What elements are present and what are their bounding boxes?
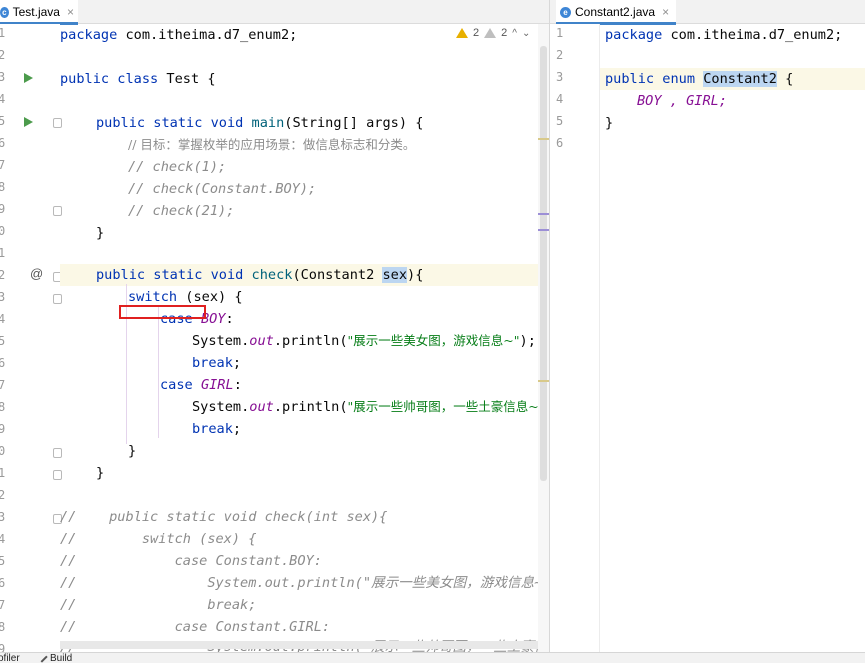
line-number: 9 — [0, 202, 6, 216]
code-line: public class Test { — [60, 71, 216, 87]
editor-tabbar-left: c Test.java × — [0, 0, 549, 25]
code-line: } — [128, 443, 137, 459]
line-number: 7 — [0, 378, 6, 392]
line-number: 0 — [0, 224, 6, 238]
weak-warning-count: 2 — [501, 27, 508, 39]
line-number: 1 — [0, 246, 6, 260]
line-number: 3 — [0, 290, 6, 304]
line-number: 5 — [0, 554, 6, 568]
line-number: 5 — [0, 114, 6, 128]
line-number: 6 — [0, 576, 6, 590]
code-line: public static void main(String[] args) { — [96, 115, 424, 131]
line-number: 3 — [0, 510, 6, 524]
implemented-annotation-icon[interactable]: @ — [30, 266, 43, 281]
code-line: } — [96, 465, 105, 481]
line-number: 2 — [556, 48, 564, 62]
code-line: // case Constant.GIRL: — [60, 619, 331, 635]
line-number: 6 — [556, 136, 564, 150]
line-number: 4 — [0, 312, 6, 326]
left-gutter: 1 2 3 4 5 6 7 8 9 0 1 2 3 4 5 6 7 8 9 0 … — [0, 24, 80, 656]
editor-tabbar-right: e Constant2.java × — [550, 0, 865, 25]
line-number: 2 — [0, 268, 6, 282]
line-number: 9 — [0, 422, 6, 436]
run-class-icon[interactable] — [24, 73, 33, 83]
code-line: // check(Constant.BOY); — [128, 181, 317, 197]
red-annotation-box — [119, 305, 206, 319]
horizontal-scrollbar[interactable] — [60, 641, 538, 649]
line-number: 8 — [0, 180, 6, 194]
code-line: // switch (sex) { — [60, 531, 257, 547]
line-number: 7 — [0, 158, 6, 172]
line-number: 2 — [0, 488, 6, 502]
indent-guide — [158, 306, 159, 438]
line-number: 1 — [556, 26, 564, 40]
code-line: } — [96, 225, 105, 241]
warning-icon — [456, 28, 468, 38]
code-line: } — [605, 115, 614, 131]
code-line: // public static void check(int sex){ — [60, 509, 388, 525]
java-class-icon: c — [0, 6, 9, 18]
code-line: public static void check(Constant2 sex){ — [96, 267, 424, 283]
code-line: // case Constant.BOY: — [60, 553, 322, 569]
line-number: 5 — [556, 114, 564, 128]
tab-label: Constant2.java — [575, 5, 656, 19]
line-number: 1 — [0, 466, 6, 480]
code-line: public enum Constant2 { — [605, 71, 794, 87]
code-line: case GIRL: — [160, 377, 242, 393]
java-enum-icon: e — [560, 6, 571, 18]
scroll-marker[interactable] — [538, 213, 549, 215]
scroll-marker[interactable] — [538, 138, 549, 140]
warning-count: 2 — [473, 27, 480, 39]
line-number: 4 — [0, 532, 6, 546]
code-line: System.out.println("展示一些美女图，游戏信息~"); — [192, 333, 536, 349]
code-line: break; — [192, 355, 242, 371]
next-highlight-icon[interactable]: ⌄ — [522, 28, 530, 39]
line-number: 0 — [0, 444, 6, 458]
line-number: 6 — [0, 136, 6, 150]
line-number: 4 — [556, 92, 564, 106]
weak-warning-icon — [484, 28, 497, 38]
tab-label: Test.java — [12, 5, 60, 19]
scrollbar-thumb[interactable] — [540, 46, 547, 481]
tab-constant2-java[interactable]: e Constant2.java × — [556, 0, 676, 25]
line-number: 6 — [0, 356, 6, 370]
run-main-icon[interactable] — [24, 117, 33, 127]
line-number: 7 — [0, 598, 6, 612]
inspection-widget[interactable]: 2 2 ^ ⌄ — [456, 27, 530, 39]
hammer-icon — [36, 651, 48, 663]
code-line: // break; — [60, 597, 257, 613]
code-line: // System.out.println("展示一些美女图，游戏信息~") — [60, 575, 538, 591]
code-line: package com.itheima.d7_enum2; — [60, 27, 298, 43]
line-number: 2 — [0, 48, 6, 62]
right-gutter: 1 2 3 4 5 6 — [550, 24, 600, 652]
build-tool-button[interactable]: Build — [36, 651, 73, 663]
code-line: // 目标：掌握枚举的应用场景：做信息标志和分类。 — [128, 137, 416, 152]
profiler-tool-button[interactable]: ofiler — [0, 653, 20, 663]
code-line: // check(21); — [128, 203, 235, 219]
build-label: Build — [50, 653, 73, 663]
line-number: 8 — [0, 620, 6, 634]
tab-test-java[interactable]: c Test.java × — [0, 0, 78, 25]
line-number: 5 — [0, 334, 6, 348]
line-number: 3 — [0, 70, 6, 84]
line-number: 1 — [0, 26, 6, 40]
close-icon[interactable]: × — [67, 5, 74, 19]
scroll-marker[interactable] — [538, 229, 549, 231]
code-line: BOY , GIRL; — [637, 93, 728, 109]
editor-test-java[interactable]: package com.itheima.d7_enum2; public cla… — [60, 24, 538, 652]
scroll-marker[interactable] — [538, 380, 549, 382]
close-icon[interactable]: × — [662, 5, 669, 19]
line-number: 3 — [556, 70, 564, 84]
line-number: 4 — [0, 92, 6, 106]
bottom-tool-strip: ofiler Build — [0, 651, 865, 663]
code-line: System.out.println("展示一些帅哥图，一些土豪信息~" — [192, 399, 538, 415]
code-line: package com.itheima.d7_enum2; — [605, 27, 843, 43]
code-line: break; — [192, 421, 242, 437]
editor-constant2-java[interactable]: package com.itheima.d7_enum2; public enu… — [600, 24, 865, 652]
code-line: // check(1); — [128, 159, 227, 175]
line-number: 8 — [0, 400, 6, 414]
previous-highlight-icon[interactable]: ^ — [512, 28, 517, 39]
